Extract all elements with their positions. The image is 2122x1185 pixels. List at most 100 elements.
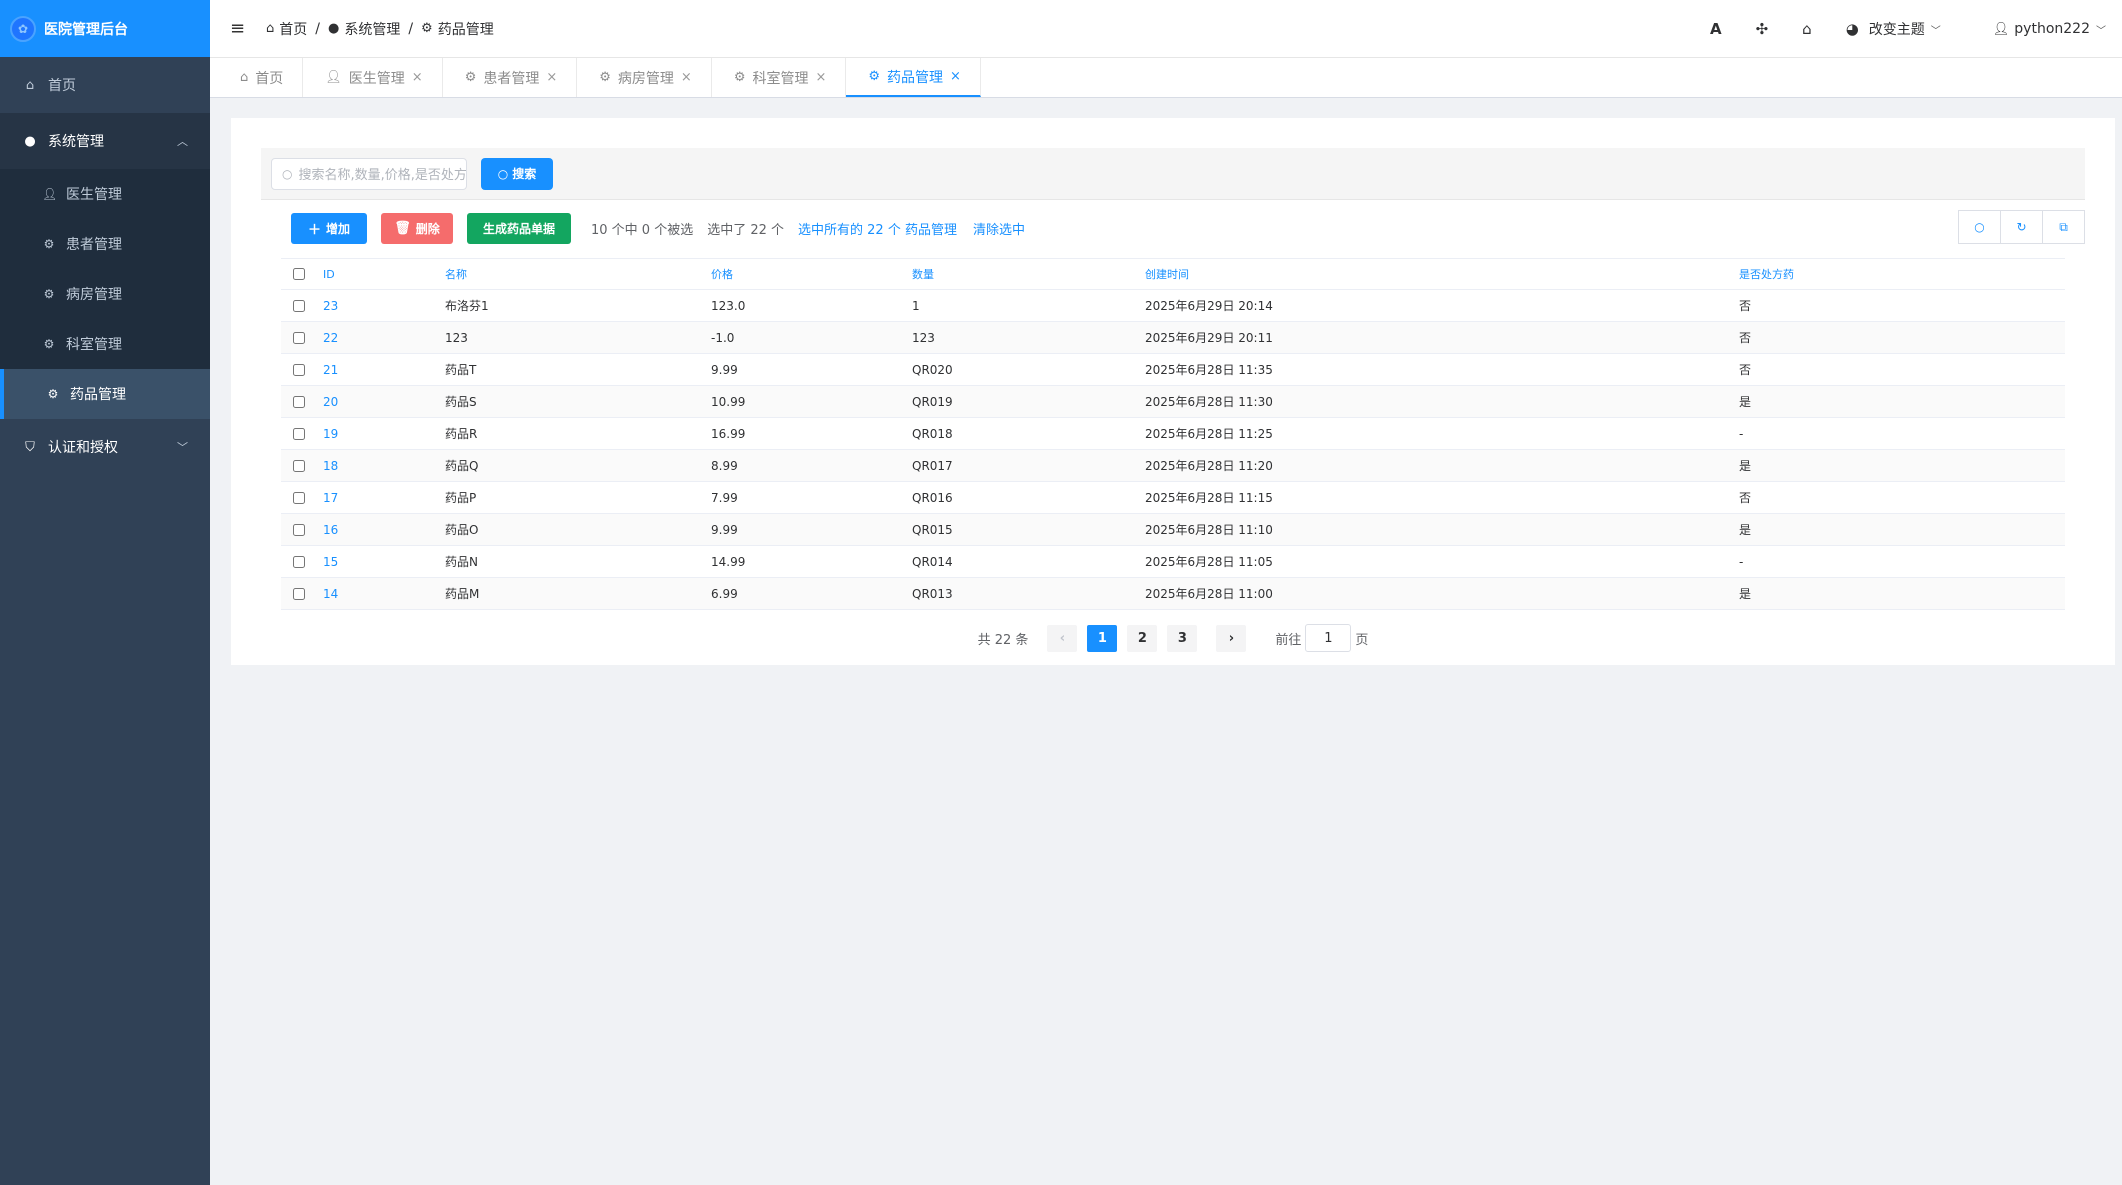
chevron-down-icon: ﹀ bbox=[2096, 25, 2106, 37]
export-button[interactable]: ⧉ bbox=[2042, 210, 2085, 244]
table-body: 23 布洛芬1 123.0 1 2025年6月29日 20:14 否 22 123 -1.0 12… bbox=[281, 290, 2065, 610]
row-checkbox[interactable] bbox=[293, 523, 305, 536]
table-row[interactable]: 17 药品P 7.99 QR016 2025年6月28日 11:15 否 bbox=[281, 482, 2065, 514]
palette-icon: ◕ bbox=[1845, 20, 1859, 38]
sidebar-item-wards[interactable]: ⚙ 病房管理 bbox=[0, 269, 210, 319]
add-button[interactable]: ＋ 增加 bbox=[291, 212, 367, 244]
page-3-button[interactable]: 3 bbox=[1167, 624, 1198, 652]
cell-id[interactable]: 18 bbox=[311, 459, 445, 473]
sidebar-item-drugs[interactable]: ⚙ 药品管理 bbox=[0, 369, 210, 419]
table-row[interactable]: 21 药品T 9.99 QR020 2025年6月28日 11:35 否 bbox=[281, 354, 2065, 386]
generate-drug-order-button[interactable]: 生成药品单据 bbox=[467, 212, 571, 244]
tab-wards[interactable]: ⚙ 病房管理 × bbox=[577, 58, 712, 97]
tab-doctors[interactable]: 👤︎ 医生管理 × bbox=[303, 58, 443, 97]
delete-button[interactable]: 🗑︎ 删除 bbox=[381, 212, 453, 244]
refresh-button[interactable]: ↻ bbox=[2000, 210, 2043, 244]
table-row[interactable]: 22 123 -1.0 123 2025年6月29日 20:11 否 bbox=[281, 322, 2065, 354]
table-row[interactable]: 20 药品S 10.99 QR019 2025年6月28日 11:30 是 bbox=[281, 386, 2065, 418]
close-icon[interactable]: × bbox=[412, 70, 423, 85]
cell-id[interactable]: 23 bbox=[311, 299, 445, 313]
selected-total: 选中了 22 个 bbox=[707, 222, 785, 238]
row-checkbox[interactable] bbox=[293, 491, 305, 504]
row-checkbox[interactable] bbox=[293, 427, 305, 440]
next-page-button[interactable]: › bbox=[1216, 624, 1247, 652]
goto-page-input[interactable]: 1 bbox=[1305, 624, 1352, 652]
cell-quantity: QR019 bbox=[912, 394, 953, 409]
tab-departments[interactable]: ⚙ 科室管理 × bbox=[712, 58, 847, 97]
select-all-checkbox-cell bbox=[281, 268, 311, 280]
cell-id[interactable]: 20 bbox=[311, 395, 445, 409]
row-checkbox[interactable] bbox=[293, 459, 305, 472]
clear-selection-link[interactable]: 清除选中 bbox=[973, 219, 1025, 238]
column-header-name[interactable]: 名称 bbox=[445, 266, 711, 282]
close-icon[interactable]: × bbox=[681, 70, 692, 85]
table-row[interactable]: 15 药品N 14.99 QR014 2025年6月28日 11:05 - bbox=[281, 546, 2065, 578]
column-header-id[interactable]: ID bbox=[311, 268, 445, 281]
row-checkbox-cell bbox=[281, 555, 311, 568]
search-button[interactable]: ○ 搜索 bbox=[481, 157, 553, 190]
row-checkbox-cell bbox=[281, 491, 311, 504]
app-title: 医院管理后台 bbox=[44, 21, 128, 38]
cell-id[interactable]: 21 bbox=[311, 363, 445, 377]
sidebar-item-doctors[interactable]: 👤︎ 医生管理 bbox=[0, 169, 210, 219]
search-input[interactable]: ○ 搜索名称,数量,价格,是否处方药 bbox=[271, 157, 467, 190]
cell-price: 9.99 bbox=[711, 362, 738, 377]
page-2-button[interactable]: 2 bbox=[1127, 624, 1158, 652]
app-logo[interactable]: ✿ 医院管理后台 bbox=[0, 0, 210, 57]
cell-prescription: 是 bbox=[1739, 459, 1752, 473]
search-icon: ○ bbox=[497, 166, 509, 181]
chevron-down-icon: ﹀ bbox=[177, 441, 188, 454]
table-row[interactable]: 16 药品O 9.99 QR015 2025年6月28日 11:10 是 bbox=[281, 514, 2065, 546]
theme-dropdown[interactable]: ◕ 改变主题 ﹀ bbox=[1846, 19, 1941, 39]
cell-id[interactable]: 15 bbox=[311, 555, 445, 569]
cell-id[interactable]: 19 bbox=[311, 427, 445, 441]
select-all-link[interactable]: 选中所有的 22 个 药品管理 bbox=[798, 219, 957, 238]
cell-id[interactable]: 16 bbox=[311, 523, 445, 537]
search-icon: ○ bbox=[1974, 220, 1985, 234]
sidebar-item-departments[interactable]: ⚙ 科室管理 bbox=[0, 319, 210, 369]
column-header-quantity[interactable]: 数量 bbox=[912, 266, 1145, 282]
fullscreen-icon[interactable]: ✣ bbox=[1756, 20, 1769, 38]
breadcrumb-system[interactable]: ● 系统管理 bbox=[328, 19, 400, 39]
sidebar-item-patients[interactable]: ⚙ 患者管理 bbox=[0, 219, 210, 269]
search-toggle-button[interactable]: ○ bbox=[1958, 210, 2001, 244]
sidebar-item-auth[interactable]: ⛉ 认证和授权 ﹀ bbox=[0, 419, 210, 475]
tab-drugs[interactable]: ⚙ 药品管理 × bbox=[846, 58, 981, 97]
sidebar-item-system[interactable]: ● 系统管理 ︿ bbox=[0, 113, 210, 169]
row-checkbox[interactable] bbox=[293, 331, 305, 344]
cell-id[interactable]: 22 bbox=[311, 331, 445, 345]
row-checkbox[interactable] bbox=[293, 587, 305, 600]
hamburger-icon[interactable]: ≡ bbox=[230, 18, 252, 39]
column-header-prescription[interactable]: 是否处方药 bbox=[1739, 266, 1939, 282]
column-header-price[interactable]: 价格 bbox=[711, 266, 912, 282]
table-row[interactable]: 18 药品Q 8.99 QR017 2025年6月28日 11:20 是 bbox=[281, 450, 2065, 482]
sidebar-item-home[interactable]: ⌂ 首页 bbox=[0, 57, 210, 113]
close-icon[interactable]: × bbox=[815, 70, 826, 85]
breadcrumb-home[interactable]: ⌂ 首页 bbox=[266, 19, 307, 39]
table-row[interactable]: 23 布洛芬1 123.0 1 2025年6月29日 20:14 否 bbox=[281, 290, 2065, 322]
tab-label: 医生管理 bbox=[348, 70, 405, 87]
home-icon[interactable]: ⌂ bbox=[1802, 20, 1812, 38]
row-checkbox[interactable] bbox=[293, 555, 305, 568]
select-all-checkbox[interactable] bbox=[293, 268, 305, 280]
tab-patients[interactable]: ⚙ 患者管理 × bbox=[443, 58, 578, 97]
row-checkbox[interactable] bbox=[293, 363, 305, 376]
cell-id[interactable]: 17 bbox=[311, 491, 445, 505]
sidebar-item-label: 系统管理 bbox=[48, 134, 104, 150]
close-icon[interactable]: × bbox=[546, 70, 557, 85]
table-row[interactable]: 19 药品R 16.99 QR018 2025年6月28日 11:25 - bbox=[281, 418, 2065, 450]
cell-name: 药品P bbox=[445, 491, 477, 505]
user-dropdown[interactable]: 👤︎ python222 ﹀ bbox=[1993, 21, 2106, 37]
table-row[interactable]: 14 药品M 6.99 QR013 2025年6月28日 11:00 是 bbox=[281, 578, 2065, 610]
prev-page-button[interactable]: ‹ bbox=[1047, 624, 1078, 652]
page-1-button[interactable]: 1 bbox=[1087, 624, 1118, 652]
row-checkbox[interactable] bbox=[293, 395, 305, 408]
font-size-icon[interactable]: A bbox=[1710, 20, 1722, 38]
column-header-created[interactable]: 创建时间 bbox=[1145, 266, 1739, 282]
cell-id[interactable]: 14 bbox=[311, 587, 445, 601]
close-icon[interactable]: × bbox=[950, 69, 961, 84]
row-checkbox[interactable] bbox=[293, 299, 305, 312]
cell-price: 123.0 bbox=[711, 298, 746, 313]
row-checkbox-cell bbox=[281, 587, 311, 600]
tab-home[interactable]: ⌂ 首页 bbox=[218, 58, 304, 97]
